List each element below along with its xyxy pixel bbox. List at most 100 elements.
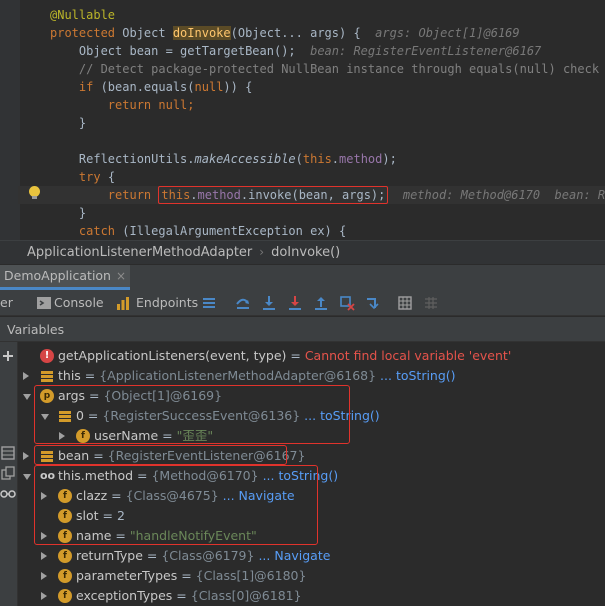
- code-token: .invoke(bean, args);: [240, 188, 386, 202]
- code-token: (: [295, 152, 303, 166]
- variable-row-args0[interactable]: 0 = {RegisterSuccessEvent@6136} ... toSt…: [19, 406, 605, 426]
- code-line[interactable]: ReflectionUtils.makeAccessible(this.meth…: [50, 150, 605, 168]
- field-icon: f: [58, 509, 72, 523]
- code-token: (bean.equals(: [93, 80, 195, 94]
- collapse-arrow-icon[interactable]: [23, 394, 31, 400]
- expand-arrow-icon[interactable]: [41, 492, 47, 500]
- expand-arrow-icon[interactable]: [23, 372, 29, 380]
- drop-frame-icon[interactable]: [339, 295, 355, 311]
- code-token: .: [190, 188, 198, 202]
- collapse-arrow-icon[interactable]: [23, 474, 31, 480]
- variable-value: {Class[0]@6181}: [190, 588, 302, 603]
- code-line[interactable]: // Detect package-protected NullBean ins…: [50, 60, 605, 78]
- variables-side-toolbar: [0, 342, 18, 606]
- code-line[interactable]: catch (IllegalArgumentException ex) {: [50, 222, 605, 240]
- code-token: this: [302, 152, 332, 166]
- debug-session-tabs: DemoApplication ×: [0, 264, 605, 290]
- code-line-current[interactable]: return this.method.invoke(bean, args); m…: [18, 186, 605, 204]
- code-line[interactable]: try {: [50, 168, 605, 186]
- navigate-link[interactable]: ... Navigate: [258, 548, 330, 563]
- add-watch-icon[interactable]: [1, 349, 15, 363]
- tostring-link[interactable]: ... toString(): [263, 468, 339, 483]
- variable-text: 0 = {RegisterSuccessEvent@6136} ... toSt…: [76, 406, 380, 426]
- variable-row-excTypes[interactable]: f exceptionTypes = {Class[0]@6181}: [19, 586, 605, 606]
- tab-endpoints[interactable]: Endpoints: [136, 290, 198, 316]
- breadcrumb-method[interactable]: doInvoke(): [271, 245, 340, 260]
- expand-arrow-icon[interactable]: [23, 452, 29, 460]
- code-line[interactable]: }: [50, 114, 605, 132]
- code-line[interactable]: return null;: [50, 96, 605, 114]
- variable-row-err[interactable]: ! getApplicationListeners(event, type) = …: [19, 346, 605, 366]
- variable-row-paramTypes[interactable]: f parameterTypes = {Class[1]@6180}: [19, 566, 605, 586]
- variable-row-returnType[interactable]: f returnType = {Class@6179} ... Navigate: [19, 546, 605, 566]
- code-token: makeAccessible: [194, 152, 296, 166]
- variable-row-this[interactable]: this = {ApplicationListenerMethodAdapter…: [19, 366, 605, 386]
- run-to-cursor-icon[interactable]: [365, 295, 381, 311]
- tostring-link[interactable]: ... toString(): [380, 368, 456, 383]
- frames-icon[interactable]: [1, 446, 15, 460]
- code-line[interactable]: [50, 132, 605, 150]
- variable-text: exceptionTypes = {Class[0]@6181}: [76, 586, 302, 606]
- variable-value: {ApplicationListenerMethodAdapter@6168}: [99, 368, 377, 383]
- code-line[interactable]: Object bean = getTargetBean(); bean: Reg…: [50, 42, 605, 60]
- code-line[interactable]: if (bean.equals(null)) {: [50, 78, 605, 96]
- variable-row-method[interactable]: oo this.method = {Method@6170} ... toStri…: [19, 466, 605, 486]
- expand-arrow-icon[interactable]: [41, 592, 47, 600]
- tab-debugger[interactable]: er: [0, 290, 13, 316]
- expand-arrow-icon[interactable]: [41, 572, 47, 580]
- code-token: );: [382, 152, 397, 166]
- variable-row-clazz[interactable]: f clazz = {Class@4675} ... Navigate: [19, 486, 605, 506]
- code-editor[interactable]: @Nullable protected Object doInvoke(Objec…: [0, 0, 605, 240]
- expand-arrow-icon[interactable]: [41, 552, 47, 560]
- watches-glasses-icon[interactable]: [0, 486, 16, 500]
- variable-name: bean: [58, 448, 90, 463]
- variable-equals: =: [158, 428, 177, 443]
- tab-console[interactable]: Console: [54, 290, 104, 316]
- variable-value: 2: [116, 508, 125, 523]
- variable-name: this: [58, 368, 81, 383]
- force-step-into-icon[interactable]: [287, 295, 303, 311]
- copy-icon[interactable]: [1, 466, 15, 480]
- variable-row-slot[interactable]: f slot = 2: [19, 506, 605, 526]
- trace-icon[interactable]: [423, 295, 439, 311]
- code-token: doInvoke: [172, 26, 231, 40]
- expand-arrow-icon[interactable]: [59, 432, 65, 440]
- lightbulb-icon[interactable]: [29, 186, 40, 199]
- step-over-icon[interactable]: [235, 295, 251, 311]
- expand-arrow-icon[interactable]: [41, 532, 47, 540]
- parameter-icon: p: [40, 389, 54, 403]
- variable-text: getApplicationListeners(event, type) = C…: [58, 346, 511, 366]
- highlighted-expression[interactable]: this.method.invoke(bean, args);: [158, 186, 389, 204]
- variable-row-userName[interactable]: f userName = "歪歪": [19, 426, 605, 446]
- step-out-icon[interactable]: [313, 295, 329, 311]
- breadcrumb-class[interactable]: ApplicationListenerMethodAdapter: [27, 245, 252, 260]
- variable-text: name = "handleNotifyEvent": [76, 526, 257, 546]
- step-into-icon[interactable]: [261, 295, 277, 311]
- variable-text: userName = "歪歪": [94, 426, 213, 446]
- close-icon[interactable]: ×: [116, 269, 126, 283]
- collapse-arrow-icon[interactable]: [41, 414, 49, 420]
- code-token: null: [194, 80, 224, 94]
- code-line[interactable]: @Nullable: [50, 6, 605, 24]
- evaluate-icon[interactable]: [397, 295, 413, 311]
- variable-text: bean = {RegisterEventListener@6167}: [58, 446, 305, 466]
- error-icon: !: [40, 349, 54, 363]
- field-icon: f: [58, 549, 72, 563]
- menu-icon[interactable]: [201, 295, 217, 311]
- variable-row-bean[interactable]: bean = {RegisterEventListener@6167}: [19, 446, 605, 466]
- tostring-link[interactable]: ... toString(): [304, 408, 380, 423]
- code-token: .: [331, 152, 340, 166]
- code-line[interactable]: }: [50, 204, 605, 222]
- navigate-link[interactable]: ... Navigate: [223, 488, 295, 503]
- code-line[interactable]: protected Object doInvoke(Object... args…: [50, 24, 605, 42]
- editor-gutter[interactable]: [0, 0, 20, 240]
- code-token: if: [78, 80, 94, 94]
- variable-row-mname[interactable]: f name = "handleNotifyEvent": [19, 526, 605, 546]
- variable-name: getApplicationListeners(event, type): [58, 348, 287, 363]
- variable-value: {Class[1]@6180}: [195, 568, 307, 583]
- variable-row-args[interactable]: p args = {Object[1]@6169}: [19, 386, 605, 406]
- variable-equals: =: [85, 388, 104, 403]
- tab-demo-application[interactable]: DemoApplication ×: [0, 265, 131, 290]
- debug-toolbar: er Console Endpoints: [0, 290, 605, 316]
